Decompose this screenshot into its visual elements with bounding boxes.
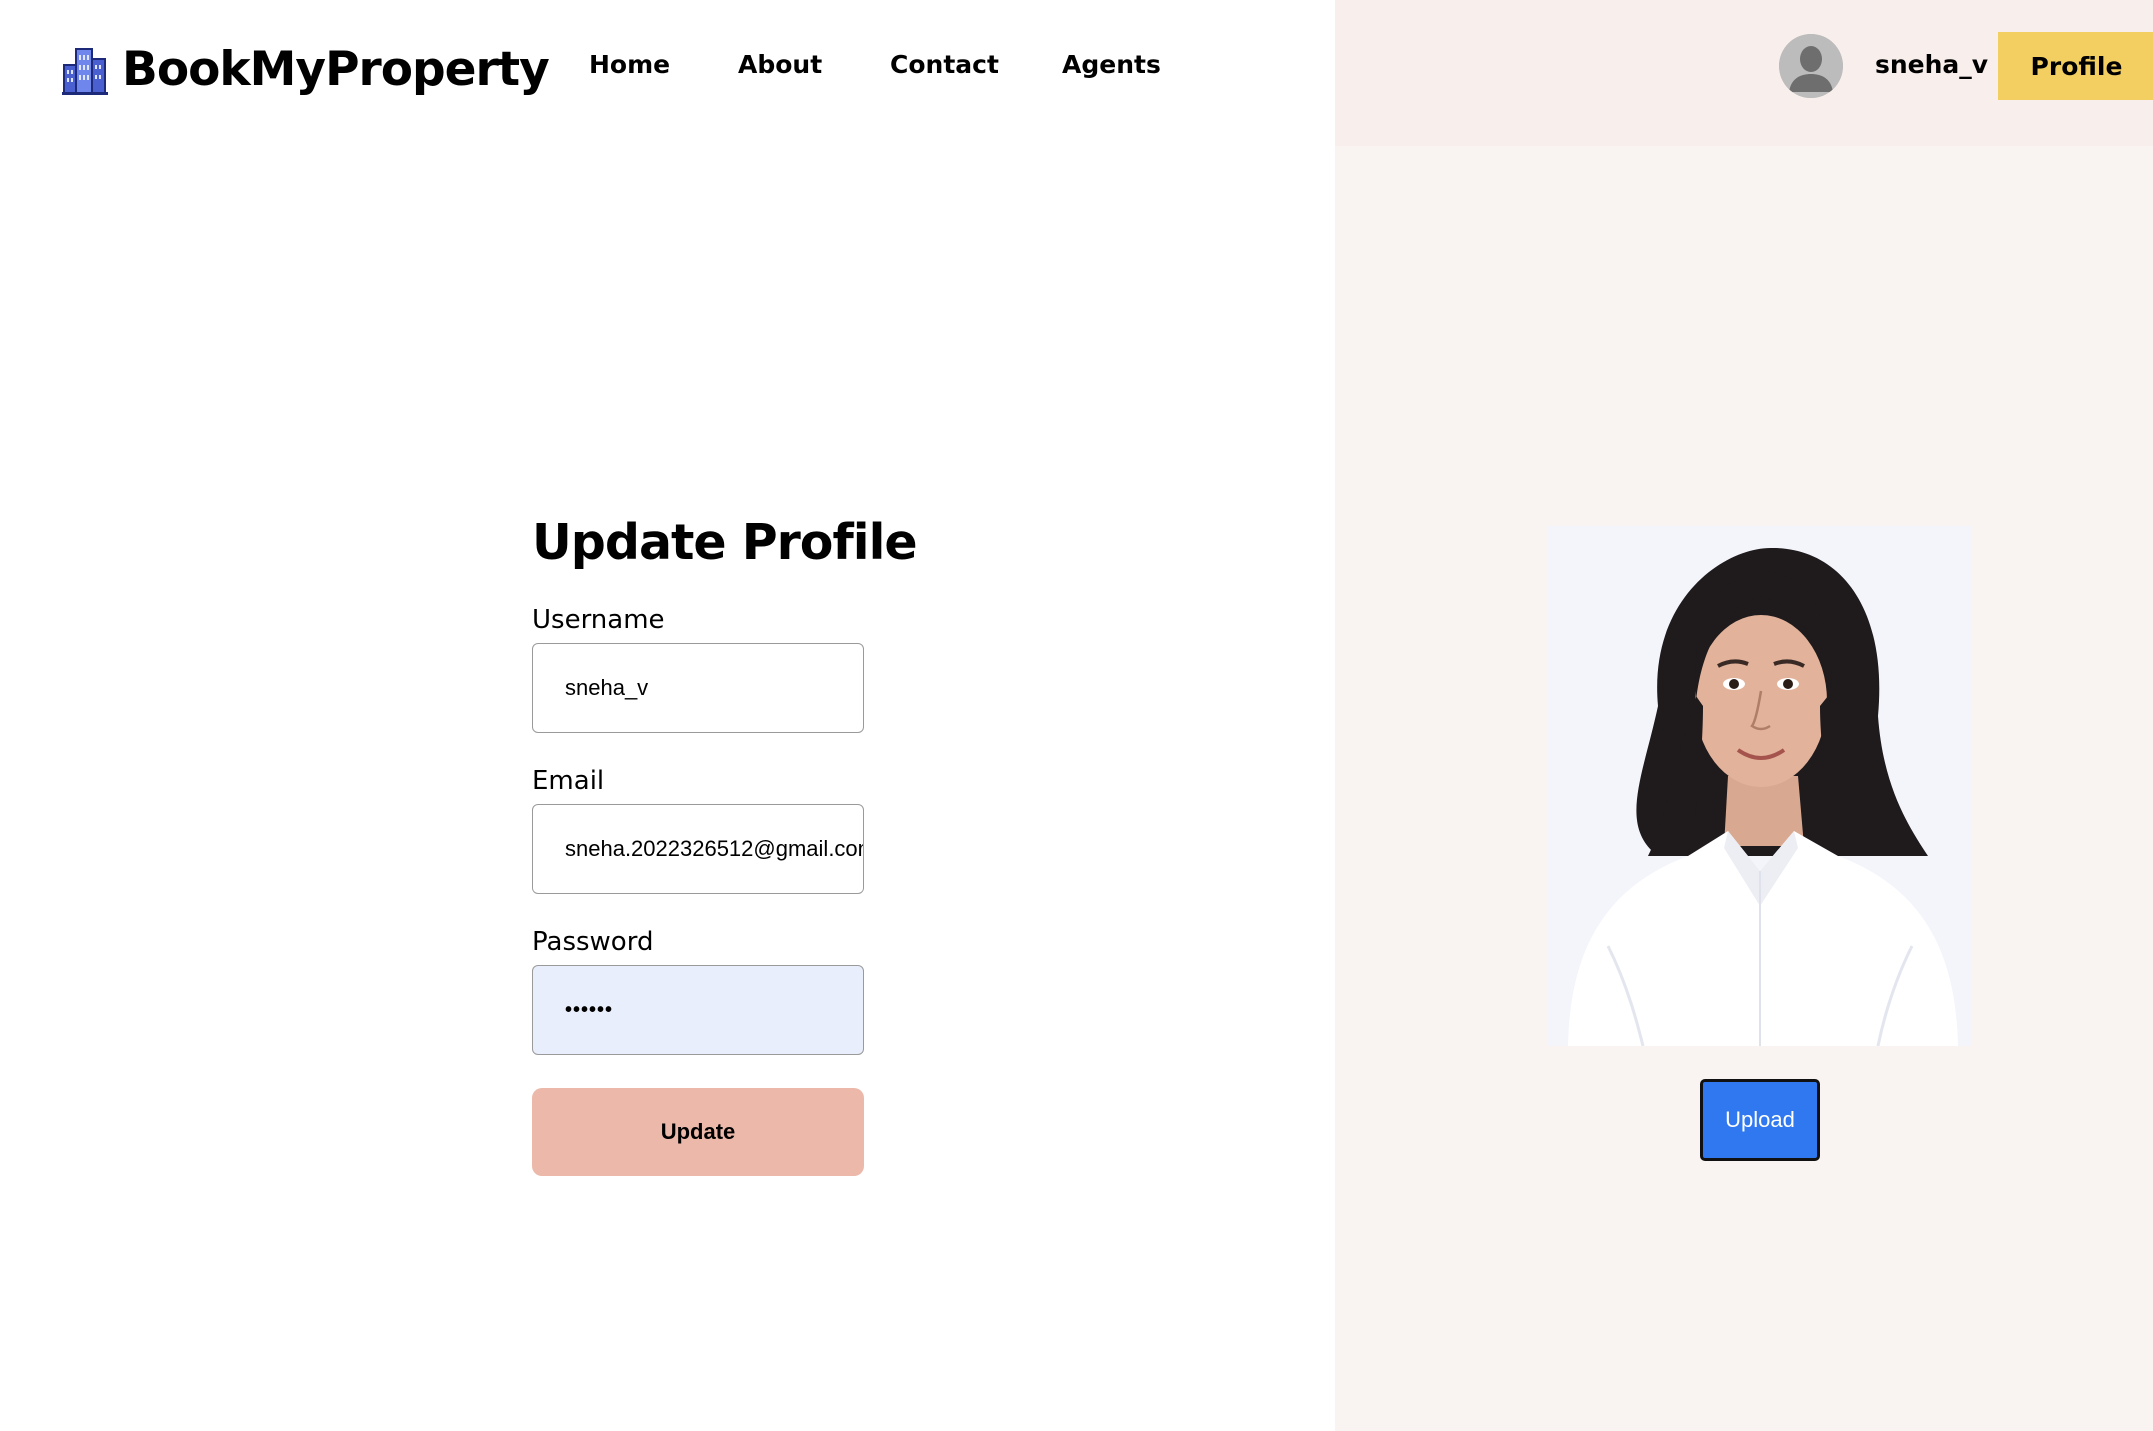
brand-logo[interactable]: BookMyProperty [62,40,550,100]
nav-username[interactable]: sneha_v [1875,48,1988,82]
password-value: •••••• [565,998,614,1021]
email-field[interactable]: sneha.2022326512@gmail.com [532,804,864,894]
nav-link-contact[interactable]: Contact [890,48,999,82]
brand-name: BookMyProperty [122,42,550,97]
user-avatar-icon[interactable] [1779,34,1843,98]
email-value: sneha.2022326512@gmail.com [565,836,864,861]
password-field[interactable]: •••••• [532,965,864,1055]
page-title: Update Profile [532,514,918,571]
nav-link-agents[interactable]: Agents [1062,48,1161,82]
profile-button[interactable]: Profile [1998,32,2153,100]
nav-link-about[interactable]: About [738,48,822,82]
email-label: Email [532,766,605,796]
profile-photo-image [1548,526,1972,1046]
building-icon [62,48,108,95]
nav-link-home[interactable]: Home [589,48,670,82]
username-value: sneha_v [565,675,649,700]
profile-photo [1548,526,1972,1046]
upload-button[interactable]: Upload [1700,1079,1820,1161]
username-field[interactable]: sneha_v [532,643,864,733]
password-label: Password [532,927,654,957]
update-button[interactable]: Update [532,1088,864,1176]
username-label: Username [532,605,665,635]
avatar-silhouette-icon [1779,34,1843,98]
